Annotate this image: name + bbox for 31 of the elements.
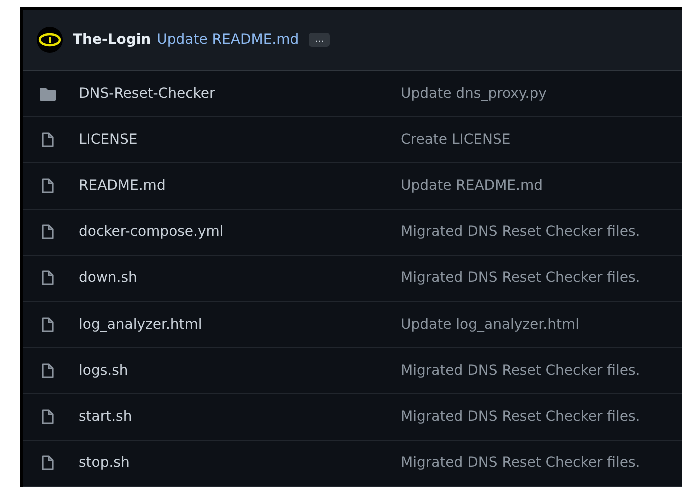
file-icon	[39, 316, 57, 333]
file-name[interactable]: log_analyzer.html	[79, 316, 401, 333]
file-name[interactable]: down.sh	[79, 270, 401, 286]
file-name[interactable]: LICENSE	[79, 132, 401, 148]
file-icon	[39, 455, 57, 472]
commit-message[interactable]: Migrated DNS Reset Checker files.	[401, 270, 640, 286]
file-icon	[39, 362, 57, 379]
file-name[interactable]: stop.sh	[79, 455, 401, 472]
file-icon	[39, 408, 57, 425]
file-icon	[39, 270, 57, 286]
folder-icon	[39, 86, 57, 102]
commit-message[interactable]: Update log_analyzer.html	[401, 316, 580, 333]
commit-author[interactable]: The-Login	[73, 32, 152, 48]
file-name[interactable]: README.md	[79, 178, 401, 194]
commit-message[interactable]: Migrated DNS Reset Checker files.	[401, 362, 640, 379]
commit-message[interactable]: Migrated DNS Reset Checker files.	[401, 408, 640, 425]
commit-message[interactable]: Migrated DNS Reset Checker files.	[401, 455, 640, 472]
file-icon	[39, 178, 57, 194]
file-icon	[39, 224, 57, 240]
file-name[interactable]: logs.sh	[79, 362, 401, 379]
commit-message[interactable]: Update README.md	[157, 32, 300, 48]
commit-message[interactable]: Create LICENSE	[401, 132, 511, 148]
avatar-icon[interactable]	[37, 27, 63, 53]
file-icon	[39, 132, 57, 148]
file-name[interactable]: start.sh	[79, 408, 401, 425]
commit-message[interactable]: Migrated DNS Reset Checker files.	[401, 224, 640, 240]
file-name[interactable]: DNS-Reset-Checker	[79, 86, 401, 102]
commit-message[interactable]: Update dns_proxy.py	[401, 86, 547, 102]
more-button[interactable]: …	[309, 33, 330, 47]
file-name[interactable]: docker-compose.yml	[79, 224, 401, 240]
commit-message[interactable]: Update README.md	[401, 178, 543, 194]
